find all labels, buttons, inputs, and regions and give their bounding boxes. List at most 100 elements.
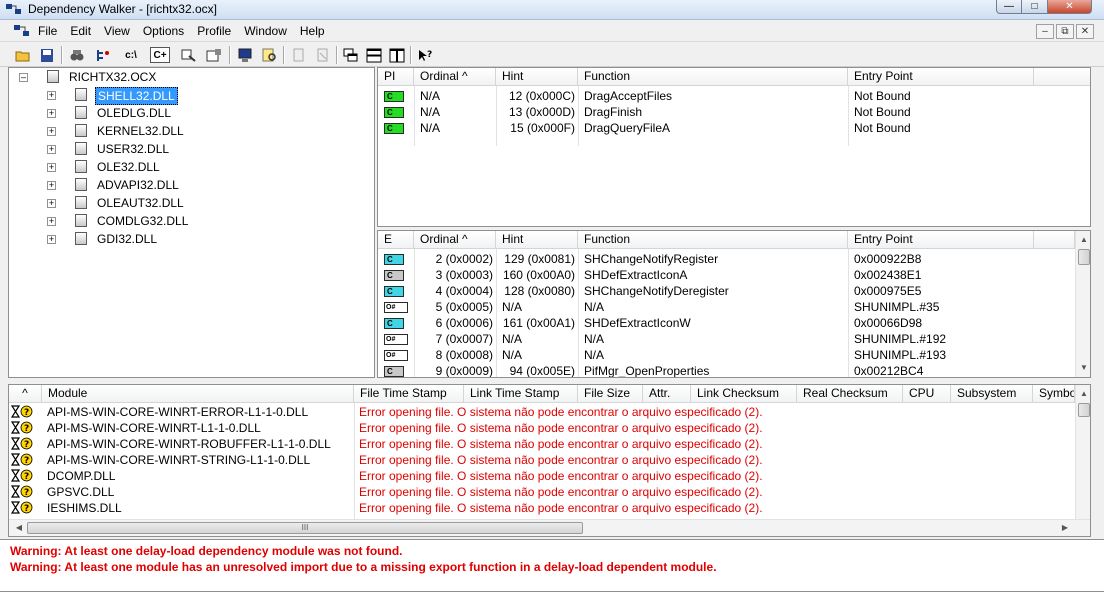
horizontal-scroll-thumb[interactable]: III <box>27 522 583 534</box>
export-function[interactable]: SHDefExtractIconA <box>584 267 687 283</box>
minimize-button[interactable]: — <box>996 0 1022 14</box>
col-module-header[interactable]: Module <box>42 385 354 403</box>
expand-toggle[interactable]: + <box>47 145 56 154</box>
import-function[interactable]: DragAcceptFiles <box>584 88 672 104</box>
tree-root-label[interactable]: RICHTX32.OCX <box>67 69 158 85</box>
close-button[interactable]: ✕ <box>1048 0 1092 14</box>
tree-item[interactable]: + OLEDLG.DLL <box>9 104 309 122</box>
menu-options[interactable]: Options <box>143 24 184 38</box>
col-entry-point-header[interactable]: Entry Point <box>848 231 1034 249</box>
module-name[interactable]: IESHIMS.DLL <box>47 500 122 516</box>
expand-toggle[interactable]: + <box>47 199 56 208</box>
modules-vertical-scrollbar[interactable]: ▲ <box>1075 385 1090 521</box>
exports-vertical-scrollbar[interactable]: ▲ ▼ <box>1075 231 1090 377</box>
menu-profile[interactable]: Profile <box>197 24 231 38</box>
scroll-left-arrow[interactable]: ◀ <box>11 521 27 535</box>
col-e-header[interactable]: E <box>378 231 414 249</box>
col-link-time-stamp-header[interactable]: Link Time Stamp <box>464 385 578 403</box>
tree-item-label[interactable]: OLE32.DLL <box>95 159 162 175</box>
import-function[interactable]: DragQueryFileA <box>584 120 670 136</box>
context-help-button[interactable]: ? <box>414 45 436 65</box>
full-paths-button[interactable]: c:\ <box>120 45 142 65</box>
scroll-thumb[interactable] <box>1078 249 1090 265</box>
properties-button[interactable] <box>203 45 225 65</box>
module-name[interactable]: GPSVC.DLL <box>47 484 114 500</box>
tree-item-label[interactable]: OLEDLG.DLL <box>95 105 173 121</box>
tree-item-label[interactable]: GDI32.DLL <box>95 231 159 247</box>
tree-item[interactable]: + SHELL32.DLL <box>9 86 309 105</box>
view-module-button[interactable] <box>259 45 281 65</box>
tile-horizontal-button[interactable] <box>363 45 385 65</box>
scroll-up-arrow[interactable]: ▲ <box>1076 233 1090 247</box>
tree-item[interactable]: + KERNEL32.DLL <box>9 122 309 140</box>
col-entry-point-header[interactable]: Entry Point <box>848 68 1034 86</box>
export-function[interactable]: SHChangeNotifyDeregister <box>584 283 729 299</box>
col-pi-header[interactable]: PI <box>378 68 414 86</box>
mdi-minimize-button[interactable]: – <box>1036 24 1054 39</box>
document-icon[interactable] <box>14 25 30 38</box>
open-button[interactable] <box>12 45 34 65</box>
modules-horizontal-scrollbar[interactable]: ◀ III ▶ <box>9 519 1090 536</box>
col-attr-header[interactable]: Attr. <box>643 385 691 403</box>
copy-button[interactable] <box>288 45 310 65</box>
module-list-pane[interactable]: ^ Module File Time Stamp Link Time Stamp… <box>8 384 1091 537</box>
expand-toggle[interactable]: + <box>47 127 56 136</box>
expand-toggle[interactable]: + <box>47 109 56 118</box>
expand-toggle[interactable]: + <box>47 181 56 190</box>
col-sort-header[interactable]: ^ <box>9 385 42 403</box>
tree-item-label[interactable]: COMDLG32.DLL <box>95 213 190 229</box>
menu-view[interactable]: View <box>104 24 130 38</box>
system-info-button[interactable] <box>234 45 256 65</box>
external-viewer-button[interactable] <box>312 45 334 65</box>
col-file-time-stamp-header[interactable]: File Time Stamp <box>354 385 464 403</box>
module-name[interactable]: API-MS-WIN-CORE-WINRT-STRING-L1-1-0.DLL <box>47 452 310 468</box>
col-symbols-header[interactable]: Symbo <box>1033 385 1075 403</box>
module-name[interactable]: API-MS-WIN-CORE-WINRT-ROBUFFER-L1-1-0.DL… <box>47 436 331 452</box>
expand-toggle[interactable]: + <box>47 163 56 172</box>
export-function[interactable]: PifMgr_OpenProperties <box>584 363 709 377</box>
tree-root[interactable]: – RICHTX32.OCX <box>9 68 309 86</box>
tile-vertical-button[interactable] <box>386 45 408 65</box>
save-button[interactable] <box>36 45 58 65</box>
scroll-up-arrow[interactable]: ▲ <box>1076 387 1090 401</box>
cascade-button[interactable] <box>340 45 362 65</box>
find-button[interactable] <box>66 45 88 65</box>
col-link-checksum-header[interactable]: Link Checksum <box>691 385 797 403</box>
module-name[interactable]: API-MS-WIN-CORE-WINRT-ERROR-L1-1-0.DLL <box>47 404 308 420</box>
col-hint-header[interactable]: Hint <box>496 68 578 86</box>
tree-item[interactable]: + COMDLG32.DLL <box>9 212 309 230</box>
menu-window[interactable]: Window <box>244 24 287 38</box>
tree-item[interactable]: + OLEAUT32.DLL <box>9 194 309 212</box>
col-file-size-header[interactable]: File Size <box>578 385 643 403</box>
export-function[interactable]: N/A <box>584 331 604 347</box>
col-subsystem-header[interactable]: Subsystem <box>951 385 1033 403</box>
tree-item[interactable]: + ADVAPI32.DLL <box>9 176 309 194</box>
export-function[interactable]: SHChangeNotifyRegister <box>584 251 718 267</box>
collapse-toggle[interactable]: – <box>19 73 28 82</box>
col-hint-header[interactable]: Hint <box>496 231 578 249</box>
undecorate-cpp-button[interactable]: C+ <box>150 47 170 63</box>
tree-item-label[interactable]: KERNEL32.DLL <box>95 123 186 139</box>
tree-item[interactable]: + USER32.DLL <box>9 140 309 158</box>
tree-item[interactable]: + GDI32.DLL <box>9 230 309 248</box>
tree-item-label[interactable]: SHELL32.DLL <box>95 87 178 105</box>
export-function[interactable]: N/A <box>584 347 604 363</box>
menu-file[interactable]: File <box>38 24 57 38</box>
mdi-restore-button[interactable]: ⧉ <box>1056 24 1074 39</box>
menu-edit[interactable]: Edit <box>70 24 91 38</box>
export-function[interactable]: SHDefExtractIconW <box>584 315 691 331</box>
log-pane[interactable]: Warning: At least one delay-load depende… <box>0 539 1104 592</box>
expand-toggle[interactable]: + <box>47 91 56 100</box>
profile-button[interactable] <box>92 45 114 65</box>
expand-toggle[interactable]: + <box>47 235 56 244</box>
tree-item-label[interactable]: OLEAUT32.DLL <box>95 195 186 211</box>
module-tree-pane[interactable]: – RICHTX32.OCX + SHELL32.DLL + OLEDLG.DLL + K… <box>8 67 375 378</box>
import-function[interactable]: DragFinish <box>584 104 642 120</box>
mdi-close-button[interactable]: ✕ <box>1076 24 1094 39</box>
col-function-header[interactable]: Function <box>578 68 848 86</box>
maximize-button[interactable]: □ <box>1022 0 1048 14</box>
menu-help[interactable]: Help <box>300 24 325 38</box>
col-cpu-header[interactable]: CPU <box>903 385 951 403</box>
scroll-right-arrow[interactable]: ▶ <box>1057 521 1073 535</box>
imports-pane[interactable]: PI Ordinal ^ Hint Function Entry Point C… <box>377 67 1091 227</box>
